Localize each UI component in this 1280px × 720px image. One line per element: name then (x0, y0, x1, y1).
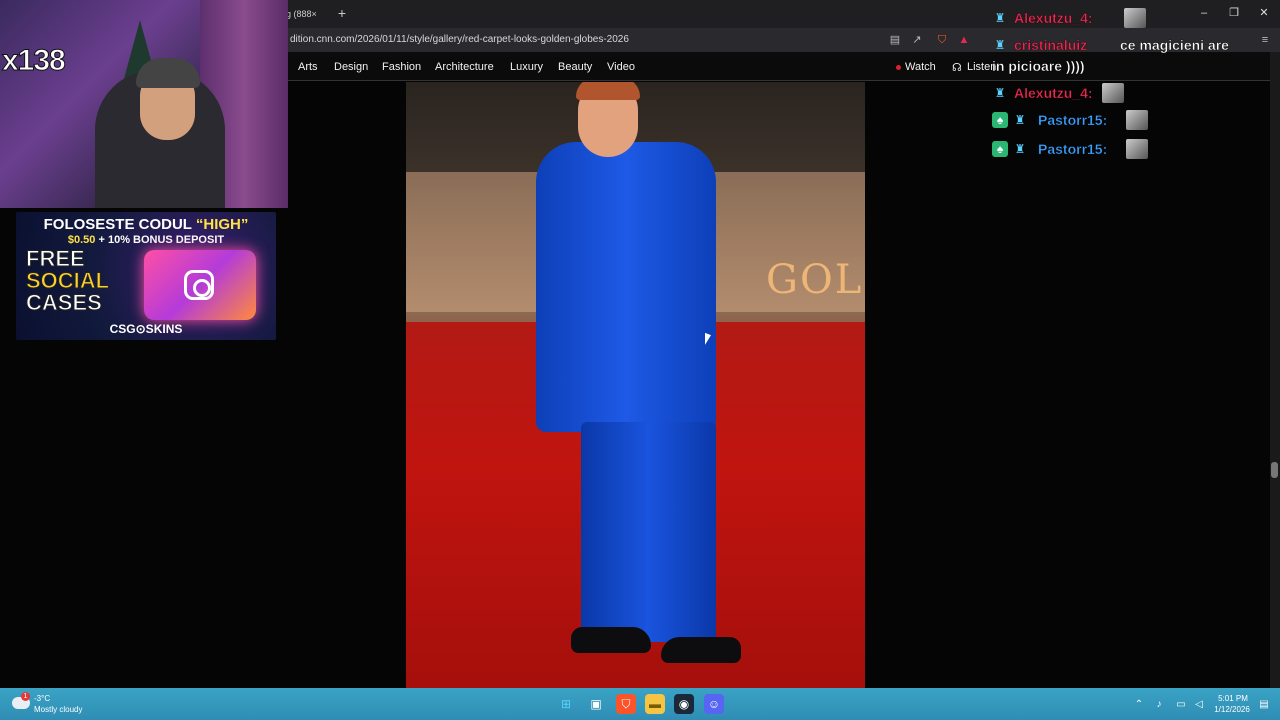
mouse-cursor-icon (705, 332, 711, 348)
chat-row: ♜ Alexutzu_4: (992, 8, 1152, 28)
mod-badge-icon: ♜ (994, 86, 1006, 100)
chat-emote (1126, 110, 1148, 130)
mod-badge-icon: ♜ (994, 38, 1006, 52)
chat-emote (1124, 8, 1146, 28)
reader-mode-icon[interactable]: ▤ (887, 32, 903, 48)
steam-icon[interactable]: ◉ (674, 694, 694, 714)
ad-brand: CSG⊙SKINS (109, 322, 183, 336)
gallery-photo[interactable]: GOLDE (406, 82, 865, 688)
blue-suit-trouser-right (646, 422, 716, 642)
brave-shield-icon[interactable]: ⛉ (934, 32, 950, 48)
scrollbar-thumb[interactable] (1271, 462, 1278, 478)
chat-username: Alexutzu_4: (1014, 10, 1093, 26)
chat-username: Pastorr15: (1038, 112, 1108, 128)
sub-badge-icon: ♠ (992, 112, 1008, 128)
nav-architecture[interactable]: Architecture (435, 61, 494, 73)
network-icon[interactable]: ▭ (1174, 698, 1188, 712)
chat-row: ♜ Alexutzu_4: (992, 83, 1152, 103)
notification-icon[interactable]: ▤ (1257, 698, 1271, 712)
hair (576, 82, 640, 100)
taskbar (0, 688, 1280, 720)
headphones-icon: ☊ (952, 62, 962, 74)
page-scrollbar[interactable] (1270, 52, 1280, 688)
webcam-overlay (0, 0, 288, 208)
clock-date[interactable]: 1/12/2026 (1208, 705, 1256, 714)
shoe-right (661, 637, 741, 663)
shoe-left (571, 627, 651, 653)
live-dot-icon (896, 65, 901, 70)
chat-emote (1102, 83, 1124, 103)
backdrop-text: GOLDE (766, 257, 865, 303)
speaker-icon[interactable]: ◁ (1192, 698, 1206, 712)
chat-row: ♠ ♜ Pastorr15: (992, 110, 1152, 130)
nav-watch[interactable]: Watch (905, 61, 936, 73)
weather-description[interactable]: Mostly cloudy (34, 705, 82, 714)
instagram-icon (184, 270, 214, 300)
task-view-icon[interactable]: ▣ (586, 694, 606, 714)
chat-message-line1: ce magicieni are (1120, 37, 1229, 53)
mod-badge-icon: ♜ (1014, 113, 1026, 127)
brave-rewards-icon[interactable]: ▲ (956, 32, 972, 48)
chat-message-line2: in picioare )))) (992, 58, 1085, 74)
multiplier-text: x138 (2, 44, 67, 78)
blue-suit-trouser-left (581, 422, 651, 642)
start-icon[interactable]: ⊞ (556, 694, 576, 714)
ad-social: SOCIAL (25, 268, 110, 293)
nav-beauty[interactable]: Beauty (558, 61, 592, 73)
clock-time[interactable]: 5:01 PM (1212, 694, 1254, 703)
loot-case-icon (144, 250, 256, 320)
ad-cases: CASES (26, 290, 103, 315)
sponsor-banner: FOLOSESTE CODUL “HIGH” $0.50 + 10% BONUS… (16, 212, 276, 340)
nav-fashion[interactable]: Fashion (382, 61, 421, 73)
chat-username: Pastorr15: (1038, 141, 1108, 157)
chat-emote (1126, 139, 1148, 159)
minimize-button[interactable]: – (1190, 4, 1218, 22)
tray-overflow-icon[interactable]: ⌃ (1132, 698, 1146, 712)
sub-badge-icon: ♠ (992, 141, 1008, 157)
nav-design[interactable]: Design (334, 61, 368, 73)
menu-icon[interactable]: ≡ (1257, 32, 1273, 48)
nav-arts[interactable]: Arts (298, 61, 318, 73)
nav-luxury[interactable]: Luxury (510, 61, 543, 73)
weather-alert-badge: 1 (21, 692, 30, 701)
url-field[interactable]: dition.cnn.com/2026/01/11/style/gallery/… (290, 32, 629, 48)
ad-subline: $0.50 + 10% BONUS DEPOSIT (67, 234, 225, 246)
discord-icon[interactable]: ☺ (704, 694, 724, 714)
mod-badge-icon: ♜ (1014, 142, 1026, 156)
chat-username: cristinaluiz (1014, 37, 1088, 53)
browser-tab[interactable]: g (888× (282, 4, 332, 24)
chat-username: Alexutzu_4: (1014, 85, 1093, 101)
blue-suit-jacket (536, 142, 716, 432)
mod-badge-icon: ♜ (994, 11, 1006, 25)
restore-button[interactable]: ❐ (1220, 4, 1248, 22)
ad-free: FREE (26, 246, 86, 271)
chat-row: ♜ cristinaluiz (992, 35, 1117, 55)
file-explorer-icon[interactable]: ▬ (645, 694, 665, 714)
volume-icon[interactable]: ♪ (1152, 698, 1166, 712)
brave-browser-icon[interactable]: ⛉ (616, 694, 636, 714)
weather-temperature[interactable]: -3°C (34, 694, 50, 703)
chat-row: ♠ ♜ Pastorr15: (992, 139, 1152, 159)
nav-video[interactable]: Video (607, 61, 635, 73)
new-tab-button[interactable]: + (334, 4, 350, 22)
ad-headline: FOLOSESTE CODUL “HIGH” (43, 216, 249, 233)
close-button[interactable]: ✕ (1250, 4, 1278, 22)
share-icon[interactable]: ↗ (909, 32, 925, 48)
